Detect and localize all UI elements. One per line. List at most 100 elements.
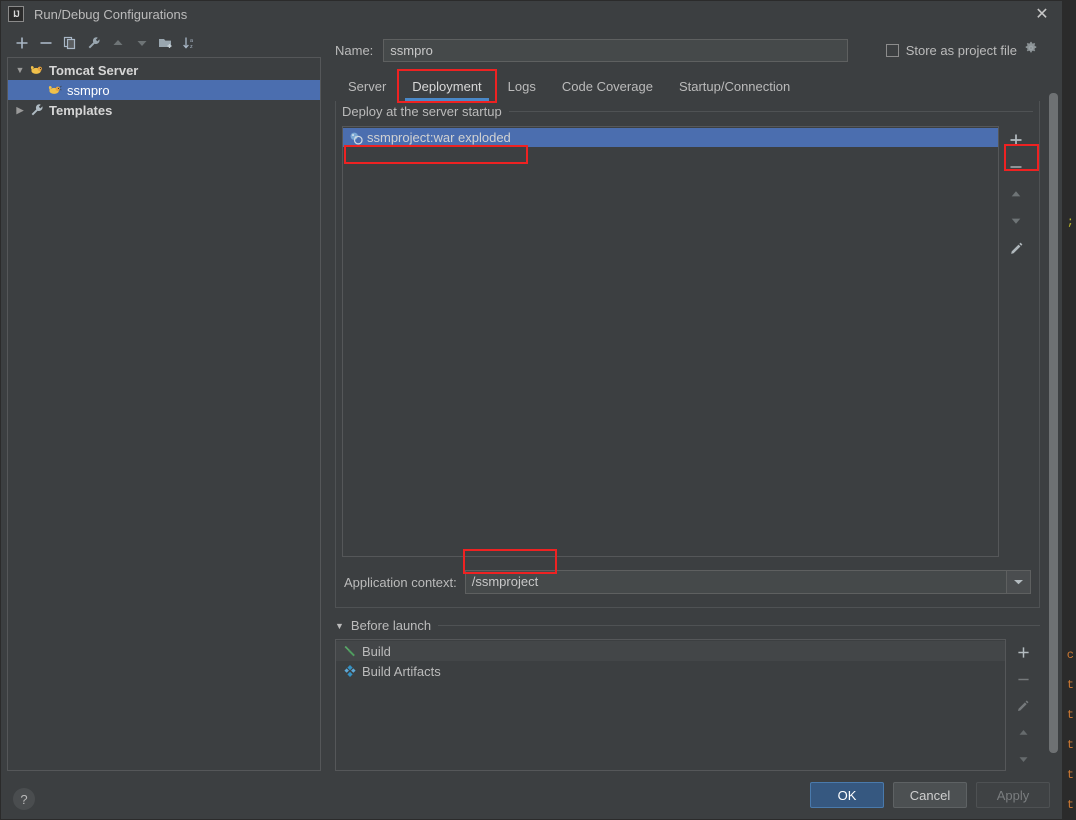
application-context-field[interactable]: /ssmproject	[464, 570, 1031, 594]
name-label: Name:	[335, 42, 374, 58]
tab-label: Code Coverage	[561, 78, 653, 94]
deploy-edit-button[interactable]	[1003, 236, 1029, 260]
deploy-move-up-button[interactable]	[1003, 182, 1029, 206]
deployment-artifact-row[interactable]: ssmproject:war exploded	[343, 128, 998, 147]
tomcat-icon	[46, 83, 64, 97]
move-up-button[interactable]	[107, 32, 129, 54]
deployment-artifact-label: ssmproject:war exploded	[367, 130, 511, 145]
before-launch-task-label: Build Artifacts	[362, 663, 441, 679]
svg-text:z: z	[190, 44, 193, 50]
deploy-group-legend: Deploy at the server startup	[342, 103, 502, 119]
configurations-toolbar: a z	[7, 29, 321, 57]
deploy-remove-button[interactable]	[1003, 155, 1029, 179]
close-icon[interactable]: ✕	[1032, 5, 1052, 25]
before-launch-task-label: Build	[362, 643, 391, 659]
chevron-down-icon[interactable]	[1006, 571, 1030, 593]
legend-divider	[438, 625, 1040, 627]
tab-label: Deployment	[412, 78, 482, 94]
wrench-icon	[28, 103, 46, 117]
sort-alphabetically-icon[interactable]: a z	[179, 32, 201, 54]
configuration-tabs[interactable]: Server Deployment Logs Code Coverage Sta…	[327, 69, 1062, 103]
deploy-list-wrapper: ssmproject:war exploded	[342, 126, 1033, 557]
tab-logs[interactable]: Logs	[495, 71, 549, 101]
before-launch-body: Build Build Artifacts	[335, 639, 1040, 771]
ide-bg-code-fragment: t	[1066, 708, 1074, 722]
artifact-icon	[347, 131, 364, 145]
ide-bg-code-fragment: t	[1066, 768, 1074, 782]
add-configuration-button[interactable]	[11, 32, 33, 54]
tree-item-label: Templates	[49, 102, 113, 118]
deploy-group-legend-row: Deploy at the server startup	[342, 100, 1033, 122]
deploy-at-server-startup-group: Deploy at the server startup ssmproject:…	[335, 101, 1040, 608]
tree-item-templates[interactable]: ▶ Templates	[8, 100, 320, 120]
dialog-titlebar: IJ Run/Debug Configurations ✕	[1, 1, 1062, 27]
remove-configuration-button[interactable]	[35, 32, 57, 54]
ide-bg-code-fragment: t	[1066, 738, 1074, 752]
caret-down-icon[interactable]: ▼	[335, 621, 344, 631]
before-launch-section: ▼ Before launch Build Build Artifacts	[335, 616, 1040, 771]
configuration-details-panel: Name: Store as project file Serve	[327, 27, 1062, 819]
ok-button[interactable]: OK	[810, 782, 884, 808]
deployment-artifact-label-box: ssmproject:war exploded	[367, 130, 511, 145]
deployment-tab-content: Deploy at the server startup ssmproject:…	[335, 101, 1040, 608]
before-launch-edit-button[interactable]	[1010, 695, 1036, 718]
tomcat-icon	[28, 63, 46, 77]
help-area: ?	[7, 779, 321, 819]
details-scrollbar[interactable]	[1049, 93, 1058, 769]
legend-divider	[508, 110, 1033, 112]
store-as-project-file-checkbox[interactable]	[885, 43, 899, 57]
before-launch-add-button[interactable]	[1010, 641, 1036, 664]
ide-bg-code-fragment: c	[1066, 648, 1074, 662]
tab-label: Server	[348, 78, 387, 94]
store-as-project-file-row[interactable]: Store as project file	[885, 41, 1048, 60]
tab-server[interactable]: Server	[335, 71, 399, 101]
run-debug-configurations-dialog: IJ Run/Debug Configurations ✕ a z ▼ Tomc…	[0, 0, 1063, 820]
apply-button[interactable]: Apply	[976, 782, 1050, 808]
tab-code-coverage[interactable]: Code Coverage	[549, 71, 666, 101]
before-launch-title: Before launch	[350, 618, 432, 634]
ide-bg-code-fragment: ;	[1066, 215, 1074, 229]
edit-templates-button[interactable]	[83, 32, 105, 54]
chevron-down-icon[interactable]: ▼	[12, 65, 28, 75]
copy-configuration-button[interactable]	[59, 32, 81, 54]
application-context-label: Application context:	[344, 574, 457, 590]
ide-bg-code-fragment: t	[1066, 798, 1074, 812]
cancel-button[interactable]: Cancel	[893, 782, 967, 808]
before-launch-move-down-button[interactable]	[1010, 748, 1036, 771]
tab-label: Logs	[507, 78, 536, 94]
name-row: Name: Store as project file	[327, 33, 1062, 67]
tab-startup-connection[interactable]: Startup/Connection	[666, 71, 803, 101]
new-folder-button[interactable]	[155, 32, 177, 54]
application-context-value[interactable]: /ssmproject	[466, 571, 1006, 593]
build-hammer-icon	[341, 644, 359, 658]
before-launch-remove-button[interactable]	[1010, 668, 1036, 691]
store-as-project-file-label: Store as project file	[905, 42, 1017, 58]
ide-bg-code-fragment: t	[1066, 678, 1074, 692]
before-launch-task-list[interactable]: Build Build Artifacts	[335, 639, 1006, 771]
application-context-row: Application context: /ssmproject	[344, 565, 1031, 599]
deployment-side-toolbar	[999, 126, 1033, 557]
intellij-idea-icon: IJ	[8, 6, 24, 22]
tree-item-label: ssmpro	[67, 82, 110, 98]
deployment-artifacts-list[interactable]: ssmproject:war exploded	[342, 126, 999, 557]
deploy-move-down-button[interactable]	[1003, 209, 1029, 233]
move-down-button[interactable]	[131, 32, 153, 54]
name-input[interactable]	[383, 38, 849, 62]
details-scrollbar-thumb[interactable]	[1049, 93, 1058, 753]
deploy-add-button[interactable]	[1003, 128, 1029, 152]
tree-item-ssmpro[interactable]: ssmpro	[8, 80, 320, 100]
before-launch-task-row[interactable]: Build	[336, 641, 1005, 662]
before-launch-header[interactable]: ▼ Before launch	[335, 616, 1040, 635]
question-mark-icon[interactable]: ?	[13, 788, 35, 810]
chevron-right-icon[interactable]: ▶	[12, 105, 28, 116]
tab-deployment[interactable]: Deployment	[397, 69, 497, 103]
configurations-tree[interactable]: ▼ Tomcat Server ssmpro ▶ Templates	[7, 57, 321, 771]
gear-icon[interactable]	[1024, 41, 1038, 60]
before-launch-side-toolbar	[1006, 639, 1040, 771]
dialog-body: a z ▼ Tomcat Server ssmpro ▶ Templates ?…	[1, 27, 1062, 819]
dialog-footer: OK Cancel Apply	[327, 771, 1062, 819]
tree-item-tomcat-server[interactable]: ▼ Tomcat Server	[8, 60, 320, 80]
configurations-left-panel: a z ▼ Tomcat Server ssmpro ▶ Templates ?	[1, 27, 327, 819]
before-launch-task-row[interactable]: Build Artifacts	[336, 661, 1005, 681]
before-launch-move-up-button[interactable]	[1010, 721, 1036, 744]
